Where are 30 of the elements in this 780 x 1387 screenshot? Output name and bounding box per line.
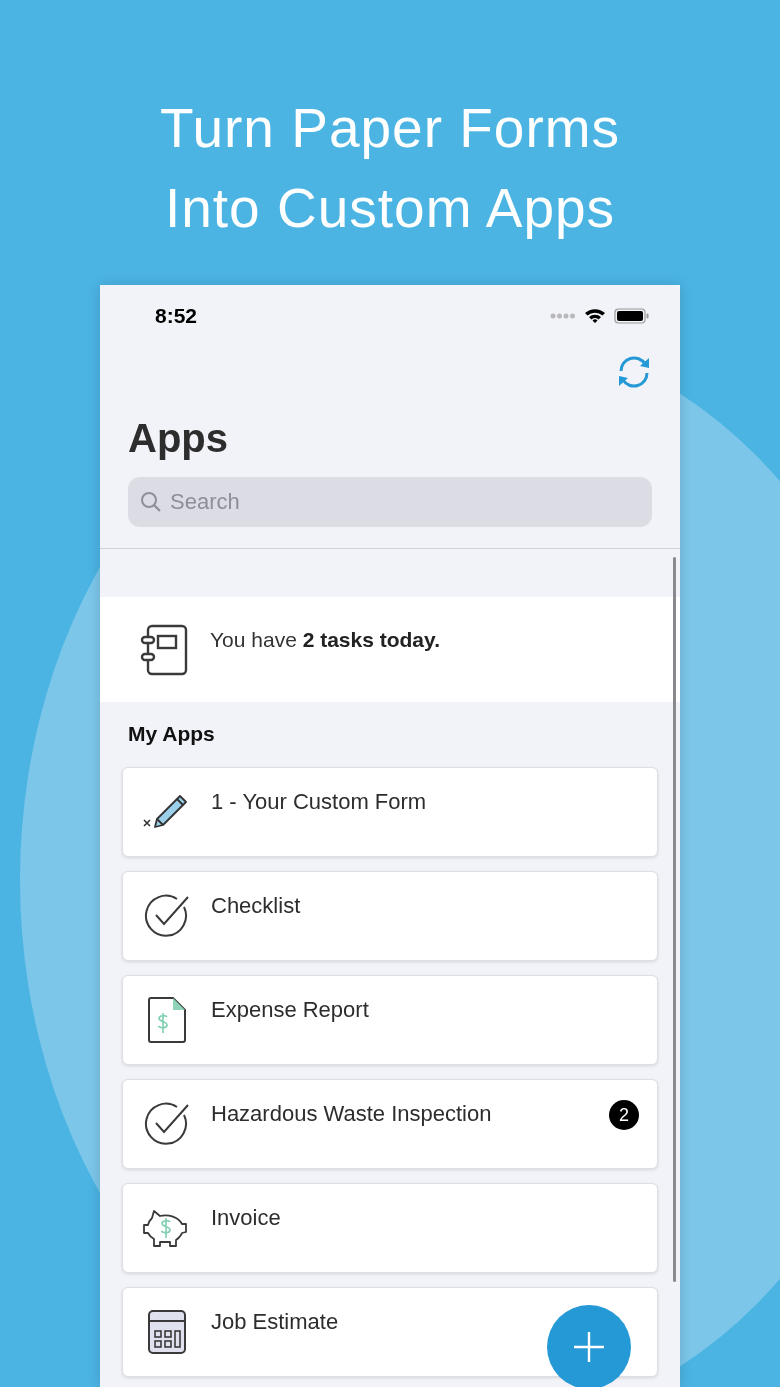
plus-icon xyxy=(573,1331,605,1363)
app-card[interactable]: 1 - Your Custom Form xyxy=(122,767,658,857)
status-time: 8:52 xyxy=(155,304,198,328)
headline: Turn Paper Forms xyxy=(159,96,621,161)
page-title: Apps xyxy=(128,415,229,462)
battery-icon xyxy=(614,308,650,324)
app-name: Invoice xyxy=(211,1205,282,1231)
notebook-icon xyxy=(140,623,188,676)
app-name: 1 - Your Custom Form xyxy=(211,789,428,815)
app-card[interactable]: Expense Report xyxy=(122,975,658,1065)
check-circle-icon xyxy=(144,893,190,939)
app-card[interactable]: Invoice xyxy=(122,1183,658,1273)
tasks-message: You have 2 tasks today. xyxy=(210,627,440,652)
count-badge: 2 xyxy=(609,1100,639,1130)
app-card[interactable]: Hazardous Waste Inspection 2 xyxy=(122,1079,658,1169)
app-card[interactable]: Job Estimate xyxy=(122,1287,658,1377)
signal-icon xyxy=(550,313,576,319)
app-name: Job Estimate xyxy=(211,1309,340,1335)
check-circle-icon xyxy=(144,1101,190,1147)
search-field[interactable]: Search xyxy=(128,477,652,527)
headline: Into Custom Apps xyxy=(164,176,616,241)
section-title: My Apps xyxy=(128,722,216,746)
app-name: Hazardous Waste Inspection xyxy=(211,1101,493,1127)
dollar-document-icon xyxy=(147,996,187,1044)
app-name: Checklist xyxy=(211,893,302,919)
wifi-icon xyxy=(584,308,606,324)
refresh-icon[interactable] xyxy=(616,355,652,389)
app-name: Expense Report xyxy=(211,997,370,1023)
app-card[interactable]: Checklist xyxy=(122,871,658,961)
calculator-icon xyxy=(147,1309,187,1355)
